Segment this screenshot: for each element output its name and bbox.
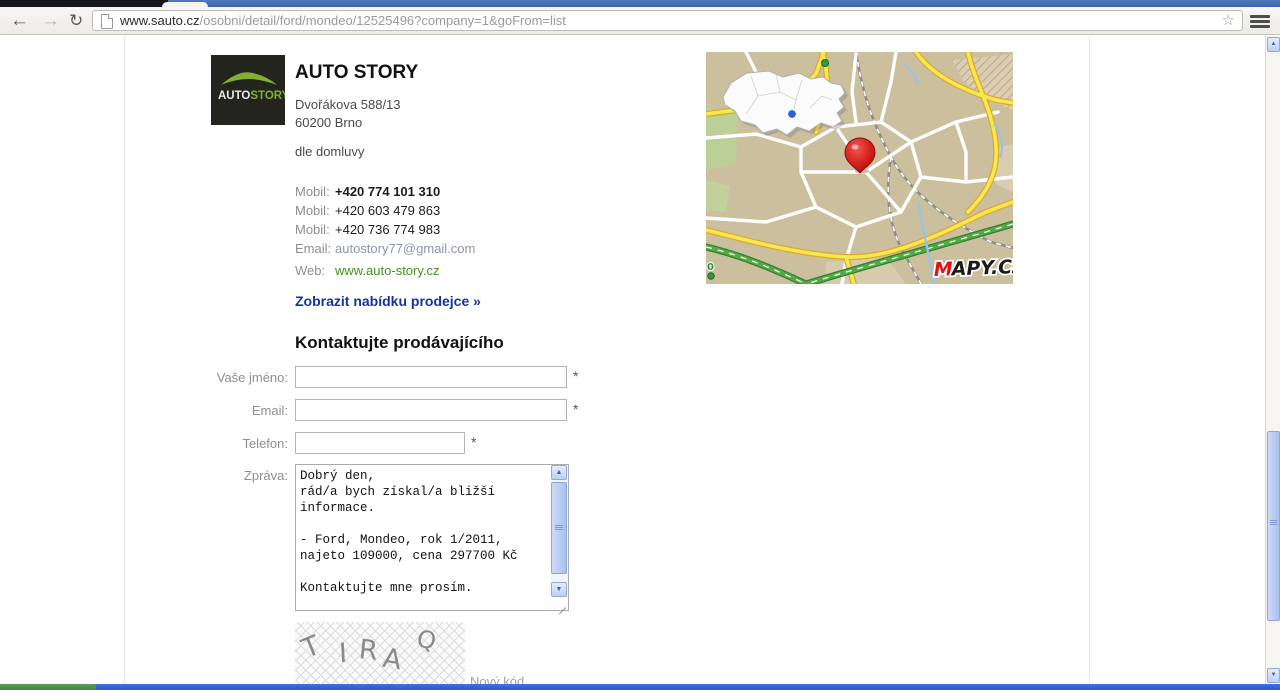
dealer-opening-hours: dle domluvy	[295, 143, 364, 161]
mapy-cz-logo: MAPY.CZ	[933, 256, 1013, 281]
captcha-letter: T	[298, 630, 325, 665]
menu-icon[interactable]	[1250, 15, 1270, 28]
contact-row-mobile-1: Mobil:+420 774 101 310	[295, 182, 475, 201]
car-silhouette-icon	[221, 72, 277, 85]
phone-input[interactable]	[295, 432, 465, 454]
reload-icon[interactable]: ↻	[69, 8, 83, 34]
browser-toolbar: ← → ↻ www.sauto.cz/osobni/detail/ford/mo…	[0, 7, 1280, 35]
phone-required-marker: *	[471, 434, 476, 450]
start-button[interactable]	[0, 684, 96, 690]
textarea-resize-grip[interactable]	[556, 598, 567, 609]
captcha-letter: Q	[414, 624, 439, 656]
scrollbar-up-icon[interactable]: ▲	[1267, 37, 1280, 52]
email-link[interactable]: autostory77@gmail.com	[335, 241, 475, 256]
map-image[interactable]: 0 MAPY.CZ	[706, 52, 1013, 284]
forward-icon[interactable]: →	[41, 8, 60, 34]
tab-strip	[0, 0, 1280, 7]
contact-row-mobile-2: Mobil:+420 603 479 863	[295, 201, 475, 220]
page-doc-icon	[101, 14, 113, 29]
contact-label: Web:	[295, 261, 335, 280]
captcha-letter: I	[338, 638, 348, 669]
captcha-image: T I R A Q	[295, 622, 465, 690]
textarea-scroll-thumb[interactable]	[551, 482, 567, 574]
contact-phone: +420 603 479 863	[335, 203, 440, 218]
url-path: /osobni/detail/ford/mondeo/12525496?comp…	[199, 13, 565, 28]
contact-row-mobile-3: Mobil:+420 736 774 983	[295, 220, 475, 239]
scrollbar-thumb[interactable]	[1267, 431, 1280, 621]
contact-phone: +420 736 774 983	[335, 222, 440, 237]
browser-window: ← → ↻ www.sauto.cz/osobni/detail/ford/mo…	[0, 0, 1280, 690]
taskbar[interactable]	[0, 684, 1280, 690]
dealer-logo[interactable]: AUTOSTORY	[211, 55, 285, 125]
contact-row-email: Email:autostory77@gmail.com	[295, 239, 475, 258]
svg-text:AUTOSTORY: AUTOSTORY	[218, 90, 285, 102]
contact-label: Mobil:	[295, 182, 335, 201]
green-marker-icon	[708, 273, 714, 279]
green-marker-icon	[822, 60, 829, 67]
content-left-border	[124, 36, 125, 690]
name-label: Vaše jméno:	[120, 370, 288, 385]
browser-scrollbar[interactable]: ▲ ▼	[1265, 36, 1280, 690]
message-label: Zpráva:	[120, 468, 288, 483]
dealer-contact-list: Mobil:+420 774 101 310 Mobil:+420 603 47…	[295, 182, 475, 280]
contact-form-title: Kontaktujte prodávajícího	[295, 333, 504, 353]
name-input[interactable]	[295, 366, 567, 388]
dealer-address-street: Dvořákova 588/13	[295, 96, 401, 114]
name-required-marker: *	[573, 368, 578, 384]
message-textarea[interactable]: Dobrý den, rád/a bych získal/a bližší in…	[296, 465, 549, 610]
url-text[interactable]: www.sauto.cz/osobni/detail/ford/mondeo/1…	[120, 11, 566, 30]
email-label: Email:	[120, 403, 288, 418]
message-box: Dobrý den, rád/a bych získal/a bližší in…	[295, 464, 569, 611]
page-viewport: AUTOSTORY AUTO STORY Dvořákova 588/13 60…	[0, 36, 1265, 690]
bookmark-star-icon[interactable]: ☆	[1222, 11, 1235, 30]
contact-label: Mobil:	[295, 201, 335, 220]
contact-phone: +420 774 101 310	[335, 184, 440, 199]
content-right-border	[1089, 36, 1090, 690]
seller-offers-link[interactable]: Zobrazit nabídku prodejce »	[295, 293, 481, 309]
contact-row-web: Web:www.auto-story.cz	[295, 261, 475, 280]
url-domain: www.sauto.cz	[120, 13, 199, 28]
dealer-address-city: 60200 Brno	[295, 114, 362, 132]
contact-label: Mobil:	[295, 220, 335, 239]
scroll-down-icon[interactable]: ▼	[551, 582, 567, 597]
captcha-letter: A	[381, 643, 404, 677]
website-link[interactable]: www.auto-story.cz	[335, 263, 440, 278]
scrollbar-down-icon[interactable]: ▼	[1267, 668, 1280, 683]
map-zoom-label: 0	[707, 262, 714, 273]
scroll-up-icon[interactable]: ▲	[551, 465, 567, 480]
email-required-marker: *	[573, 401, 578, 417]
textarea-scrollbar[interactable]: ▲ ▼	[551, 465, 568, 597]
dealer-name: AUTO STORY	[295, 62, 418, 84]
email-input[interactable]	[295, 399, 567, 421]
back-icon[interactable]: ←	[10, 8, 29, 34]
inset-location-dot-icon	[788, 110, 797, 119]
address-bar[interactable]: www.sauto.cz/osobni/detail/ford/mondeo/1…	[92, 10, 1243, 31]
tab-strip-dark-area	[0, 0, 168, 7]
contact-label: Email:	[295, 239, 335, 258]
captcha-letter: R	[357, 634, 379, 667]
phone-label: Telefon:	[120, 436, 288, 451]
